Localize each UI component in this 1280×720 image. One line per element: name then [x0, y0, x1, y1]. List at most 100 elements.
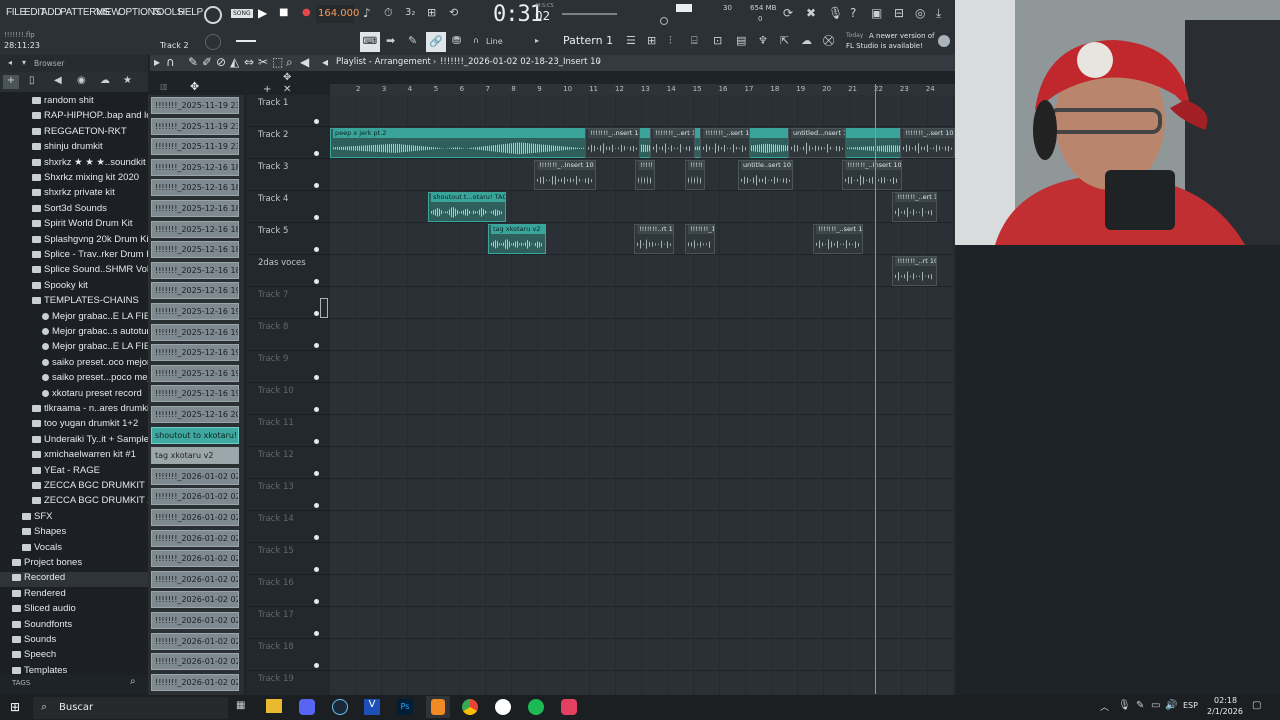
track-led-icon[interactable]	[314, 247, 319, 252]
track-header[interactable]: Track 3	[246, 159, 330, 191]
track-name[interactable]: Track 18	[258, 642, 294, 652]
browser-item[interactable]: YEat - RAGE	[0, 465, 148, 480]
arrangement-grid[interactable]: peep x jerk pt.2 !!!!!!!_..nsert 10!!!!!!…	[330, 95, 955, 695]
help-icon[interactable]: ?	[850, 6, 856, 20]
track-name[interactable]: Track 12	[258, 450, 294, 460]
audio-clip[interactable]: !!!!!!!..rt 10	[634, 224, 674, 254]
slip-tool-icon[interactable]: ⇔	[244, 55, 254, 69]
browser-item[interactable]: Mejor grabac..E LA FIESTA	[0, 311, 148, 326]
browser-item[interactable]: Spirit World Drum Kit	[0, 218, 148, 233]
pattern-selector[interactable]: Pattern 1	[563, 34, 613, 47]
audio-clip[interactable]: !!!!!!!_10	[685, 224, 715, 254]
cloud-icon[interactable]: ☁	[801, 34, 812, 47]
track-led-icon[interactable]	[314, 471, 319, 476]
track-header[interactable]: Track 5	[246, 223, 330, 255]
track-led-icon[interactable]	[314, 151, 319, 156]
audio-clip[interactable]: !!!!!!!_..sert 10	[900, 128, 955, 158]
picker-clip[interactable]: !!!!!!!_2025-12-16 18-59...	[151, 261, 239, 279]
paint-tool-icon[interactable]: ✐	[202, 55, 212, 69]
chat-icon[interactable]: ◎	[915, 6, 925, 20]
browser-back-icon[interactable]: ◀	[54, 75, 62, 86]
track-led-icon[interactable]	[314, 631, 319, 636]
audio-clip[interactable]: untitle..sert 10	[738, 160, 793, 190]
main-slider[interactable]	[236, 40, 256, 42]
spotify-icon[interactable]	[528, 699, 544, 715]
track-header[interactable]: Track 1	[246, 95, 330, 127]
track-led-icon[interactable]	[314, 663, 319, 668]
track-name[interactable]: Track 10	[258, 386, 294, 396]
track-header[interactable]: Track 16	[246, 575, 330, 607]
picker-clip[interactable]: !!!!!!!_2025-11-19 23-47...	[151, 117, 239, 135]
browser-item[interactable]: xmichaelwarren kit #1	[0, 449, 148, 464]
browser-item[interactable]: Sounds	[0, 634, 148, 649]
browser-item[interactable]: Recorded	[0, 572, 148, 588]
refresh-icon[interactable]: ⟳	[783, 6, 793, 20]
track-name[interactable]: Track 14	[258, 514, 294, 524]
browser-item[interactable]: Sliced audio	[0, 603, 148, 618]
draw-tool-icon[interactable]: ✎	[188, 55, 198, 69]
tray-volume-icon[interactable]: 🔊	[1165, 700, 1177, 711]
tray-mic-icon[interactable]: 🎙	[1118, 700, 1131, 711]
metronome-icon[interactable]: ♪	[363, 6, 371, 20]
song-mode-label[interactable]: SONG	[231, 9, 253, 18]
master-volume-knob[interactable]	[660, 17, 668, 25]
task-view-icon[interactable]: ▦	[236, 700, 245, 711]
mixer-icon[interactable]: ⫶	[669, 34, 672, 48]
track-led-icon[interactable]	[314, 215, 319, 220]
menu-add[interactable]: ADD	[41, 7, 62, 18]
audio-clip[interactable]: !!!!!!!_	[685, 160, 705, 190]
picker-clip[interactable]: !!!!!!!_2025-12-16 19-02...	[151, 303, 239, 320]
track-name[interactable]: Track 2	[258, 130, 288, 140]
audio-clip[interactable]: !!!!!!!_	[635, 160, 655, 190]
track-name[interactable]: Track 17	[258, 610, 294, 620]
obs-icon[interactable]	[495, 699, 511, 715]
track-header[interactable]: Track 10	[246, 383, 330, 415]
track-name[interactable]: 2das voces	[258, 258, 306, 268]
browser-item[interactable]: saiko preset...poco mejor	[0, 372, 148, 387]
audio-clip[interactable]: untitled...nsert 10	[788, 128, 846, 158]
browser-item[interactable]: RAP-HIPHOP..bap and lofi	[0, 110, 148, 125]
windows-start-icon[interactable]: ⊞	[10, 700, 20, 714]
taskbar-search-box[interactable]: ⌕ Buscar	[33, 697, 228, 719]
tiktok-icon[interactable]	[561, 699, 577, 715]
slice-tool-icon[interactable]: ✂	[258, 55, 268, 69]
picker-clip[interactable]: !!!!!!!_2025-12-16 18-48...	[151, 241, 239, 259]
audio-clip[interactable]: !!!!!!!_..ert 10	[892, 192, 937, 222]
panic-icon[interactable]: ✖	[806, 6, 816, 20]
picker-clip[interactable]: tag xkotaru v2	[151, 447, 239, 465]
audio-clip[interactable]: !!!!!!!_..sert 10	[700, 128, 750, 158]
plugin-icon[interactable]: ♆	[758, 34, 768, 47]
record-icon[interactable]: ●	[302, 7, 311, 18]
add-track-icon[interactable]: +	[263, 84, 271, 95]
hint-knob[interactable]	[205, 34, 221, 50]
track-name[interactable]: Track 3	[258, 162, 288, 172]
browser-item[interactable]: REGGAETON-RKT	[0, 126, 148, 141]
picker-clip[interactable]: !!!!!!!_2025-11-19 23-50...	[151, 138, 239, 156]
notification-icon[interactable]: ▢	[1252, 700, 1261, 711]
picker-clip[interactable]: !!!!!!!_2025-12-16 18-45...	[151, 220, 239, 238]
track-header[interactable]: Track 12	[246, 447, 330, 479]
picker-clip[interactable]: !!!!!!!_2025-12-16 19-00...	[151, 282, 239, 300]
browser-file-icon[interactable]: ▯	[29, 75, 35, 86]
picker-clip[interactable]: !!!!!!!_2026-01-02 02-18...	[151, 632, 239, 650]
browser-favorite-icon[interactable]: ★	[123, 75, 132, 86]
track-name[interactable]: Track 11	[258, 418, 294, 428]
browser-item[interactable]: saiko preset..oco mejor v2	[0, 357, 148, 372]
picker-clip[interactable]: !!!!!!!_2026-01-02 02-13...	[151, 467, 239, 485]
track-led-icon[interactable]	[314, 375, 319, 380]
browser-item[interactable]: Mejor grabac..E LA FIESTA	[0, 341, 148, 356]
browser-item[interactable]: Soundfonts	[0, 619, 148, 634]
track-header[interactable]: 2das voces	[246, 255, 330, 287]
browser-item[interactable]: Speech	[0, 649, 148, 664]
browser-item[interactable]: tlkraama - n..ares drumkit	[0, 403, 148, 418]
master-pitch-slider[interactable]	[562, 13, 617, 15]
play-icon[interactable]: ▶	[258, 6, 267, 20]
menu-file[interactable]: FILE	[6, 7, 26, 18]
browser-item[interactable]: Project bones	[0, 557, 148, 572]
picker-clip[interactable]: !!!!!!!_2026-01-02 02-17...	[151, 591, 239, 609]
track-header[interactable]: Track 15	[246, 543, 330, 575]
tray-time[interactable]: 02:18	[1214, 696, 1237, 705]
browser-item[interactable]: shinju drumkit	[0, 141, 148, 156]
menu-help[interactable]: HELP	[178, 7, 203, 18]
picker-clip[interactable]: shoutout to xkotaru!...	[151, 426, 239, 444]
